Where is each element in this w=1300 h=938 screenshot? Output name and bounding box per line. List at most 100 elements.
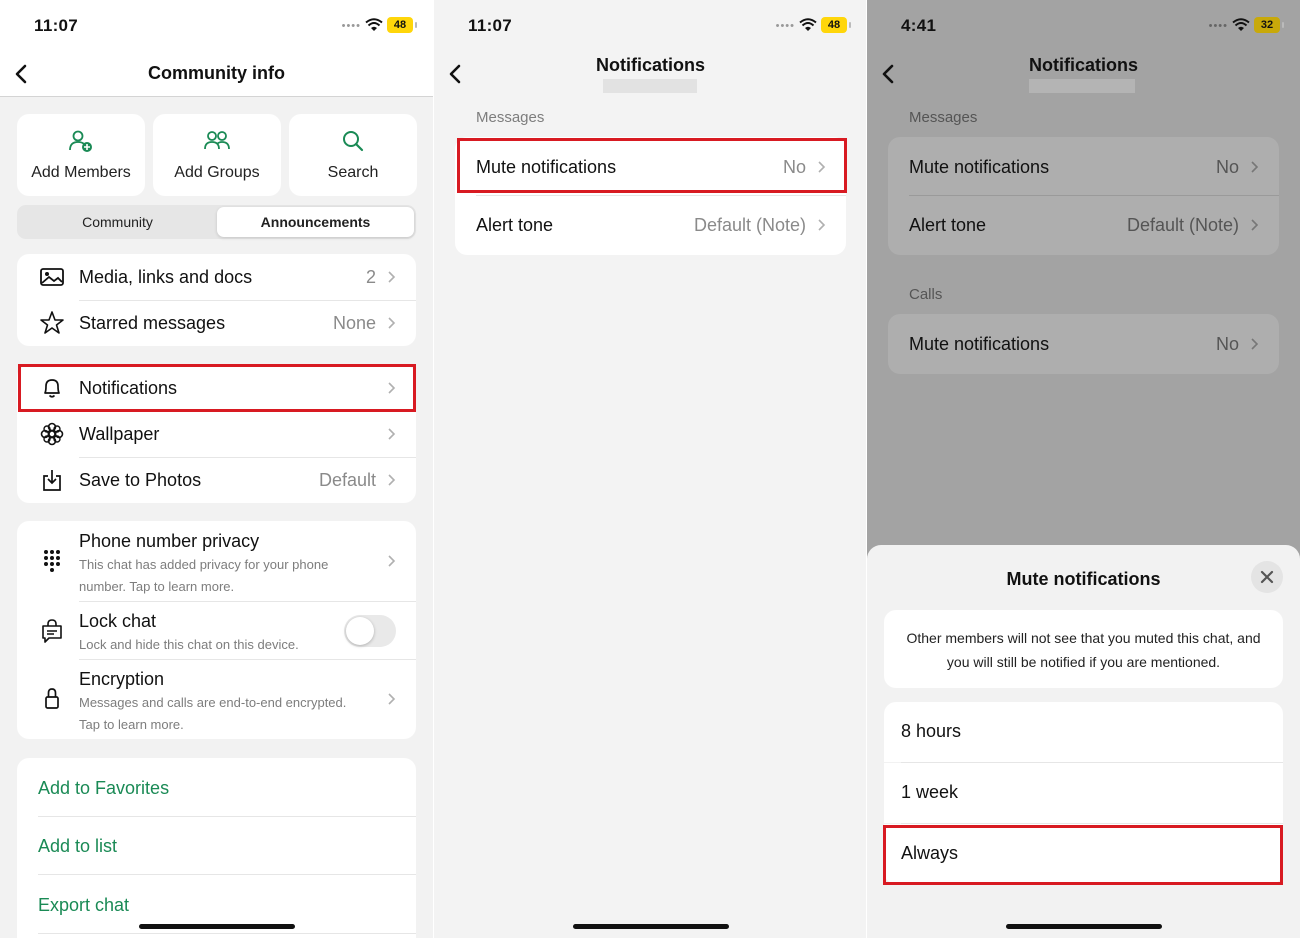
status-time: 11:07 xyxy=(468,16,513,35)
option-label: 1 week xyxy=(901,782,959,802)
status-time: 4:41 xyxy=(901,16,937,35)
segmented-control: Community Announcements xyxy=(17,205,416,239)
row-alert-tone[interactable]: Alert tone Default (Note) xyxy=(888,195,1279,255)
mute-sheet-screen: 4:41 •••• 32 Notifications Messages Mute… xyxy=(867,0,1300,938)
row-phone-number-privacy[interactable]: Phone number privacy This chat has added… xyxy=(17,521,416,601)
row-alert-tone[interactable]: Alert tone Default (Note) xyxy=(455,195,846,255)
chevron-right-icon xyxy=(388,555,396,567)
add-groups-button[interactable]: Add Groups xyxy=(153,114,281,196)
row-label: Mute notifications xyxy=(909,334,1050,354)
wallpaper-icon xyxy=(40,422,64,446)
option-1-week[interactable]: 1 week xyxy=(884,763,1283,823)
page-title: Notifications xyxy=(595,55,705,75)
row-value: Default (Note) xyxy=(1126,215,1239,235)
row-label: Save to Photos xyxy=(79,470,202,490)
notifications-screen: 11:07 •••• 48 Notifications Messages Mut… xyxy=(434,0,867,938)
wifi-icon xyxy=(799,18,817,31)
toggle-knob xyxy=(346,617,374,645)
row-subtitle: number. Tap to learn more. xyxy=(79,579,235,594)
row-value: 2 xyxy=(365,267,376,287)
lock-icon xyxy=(45,688,59,709)
export-chat-link[interactable]: Export chat xyxy=(38,895,129,916)
search-label: Search xyxy=(327,164,379,181)
row-encryption[interactable]: Encryption Messages and calls are end-to… xyxy=(17,659,416,739)
sheet-info: Other members will not see that you mute… xyxy=(884,610,1283,688)
row-wallpaper[interactable]: Wallpaper xyxy=(17,411,416,457)
row-label: Alert tone xyxy=(909,215,987,235)
row-label: Media, links and docs xyxy=(79,267,253,287)
close-icon xyxy=(1260,570,1274,584)
battery-indicator: 48 xyxy=(821,17,851,33)
actions-card: Add to Favorites Add to list Export chat xyxy=(17,758,416,938)
star-icon xyxy=(40,311,64,334)
status-bar: 4:41 •••• 32 xyxy=(867,0,1300,50)
add-to-list-link[interactable]: Add to list xyxy=(38,836,117,857)
add-groups-label: Add Groups xyxy=(174,164,260,181)
nav-bar: Notifications xyxy=(867,50,1300,96)
privacy-card: Phone number privacy This chat has added… xyxy=(17,521,416,739)
divider xyxy=(0,96,433,97)
row-label: Lock chat xyxy=(79,611,157,631)
divider xyxy=(38,874,416,875)
search-icon xyxy=(343,131,364,152)
wifi-icon xyxy=(1232,18,1250,31)
mute-bottom-sheet: Mute notifications Other members will no… xyxy=(867,545,1300,938)
row-label: Starred messages xyxy=(79,313,226,333)
row-subtitle: Tap to learn more. xyxy=(79,717,184,732)
signal-icon: •••• xyxy=(775,20,795,32)
divider xyxy=(38,816,416,817)
chevron-right-icon xyxy=(1251,161,1259,173)
row-starred-messages[interactable]: Starred messages None xyxy=(17,300,416,346)
close-button[interactable] xyxy=(1251,561,1283,593)
chevron-right-icon xyxy=(1251,338,1259,350)
lock-chat-toggle[interactable] xyxy=(344,615,396,647)
row-value: No xyxy=(1215,334,1239,354)
home-indicator xyxy=(572,924,729,929)
row-label: Alert tone xyxy=(476,215,554,235)
chevron-right-icon xyxy=(1251,219,1259,231)
community-info-screen: 11:07 •••• 48 Community info Add Members… xyxy=(0,0,433,938)
chevron-right-icon xyxy=(388,271,396,283)
tab-community[interactable]: Community xyxy=(19,207,216,237)
add-to-favorites-link[interactable]: Add to Favorites xyxy=(38,778,169,799)
section-header: Messages xyxy=(476,109,545,126)
row-value: Default (Note) xyxy=(693,215,806,235)
dialpad-icon xyxy=(44,550,60,572)
status-bar: 11:07 •••• 48 xyxy=(0,0,433,50)
highlight-box-notifications xyxy=(18,364,416,412)
tab-announcements[interactable]: Announcements xyxy=(217,207,414,237)
chevron-right-icon xyxy=(388,474,396,486)
battery-indicator: 48 xyxy=(387,17,417,33)
row-save-to-photos[interactable]: Save to Photos Default xyxy=(17,457,416,503)
media-icon xyxy=(40,268,64,286)
add-members-label: Add Members xyxy=(31,164,131,181)
search-button[interactable]: Search xyxy=(289,114,417,196)
row-value: No xyxy=(1215,157,1239,177)
redacted-subtitle xyxy=(603,79,697,93)
row-calls-mute-notifications[interactable]: Mute notifications No xyxy=(888,314,1279,374)
section-header: Calls xyxy=(909,286,943,303)
row-lock-chat: Lock chat Lock and hide this chat on thi… xyxy=(17,601,416,659)
option-8-hours[interactable]: 8 hours xyxy=(884,702,1283,762)
add-group-icon xyxy=(204,131,230,150)
media-starred-card: Media, links and docs 2 Starred messages… xyxy=(17,254,416,346)
redacted-subtitle xyxy=(1029,79,1135,93)
row-label: Phone number privacy xyxy=(79,531,260,551)
signal-icon: •••• xyxy=(341,20,361,32)
row-subtitle: Lock and hide this chat on this device. xyxy=(79,637,299,652)
section-header: Messages xyxy=(909,109,978,126)
chevron-right-icon xyxy=(388,693,396,705)
messages-card: Mute notifications No Alert tone Default… xyxy=(888,137,1279,255)
add-members-button[interactable]: Add Members xyxy=(17,114,145,196)
save-photos-icon xyxy=(43,470,61,491)
row-mute-notifications[interactable]: Mute notifications No xyxy=(888,137,1279,195)
highlight-box-always xyxy=(883,825,1283,885)
row-label: Encryption xyxy=(79,669,165,689)
sheet-info-line: you will still be notified if you are me… xyxy=(946,654,1221,670)
row-subtitle: Messages and calls are end-to-end encryp… xyxy=(79,695,347,710)
row-value: Default xyxy=(318,470,376,490)
calls-card: Mute notifications No xyxy=(888,314,1279,374)
status-bar: 11:07 •••• 48 xyxy=(434,0,867,50)
lock-chat-icon xyxy=(42,619,62,643)
row-media-links-docs[interactable]: Media, links and docs 2 xyxy=(17,254,416,300)
